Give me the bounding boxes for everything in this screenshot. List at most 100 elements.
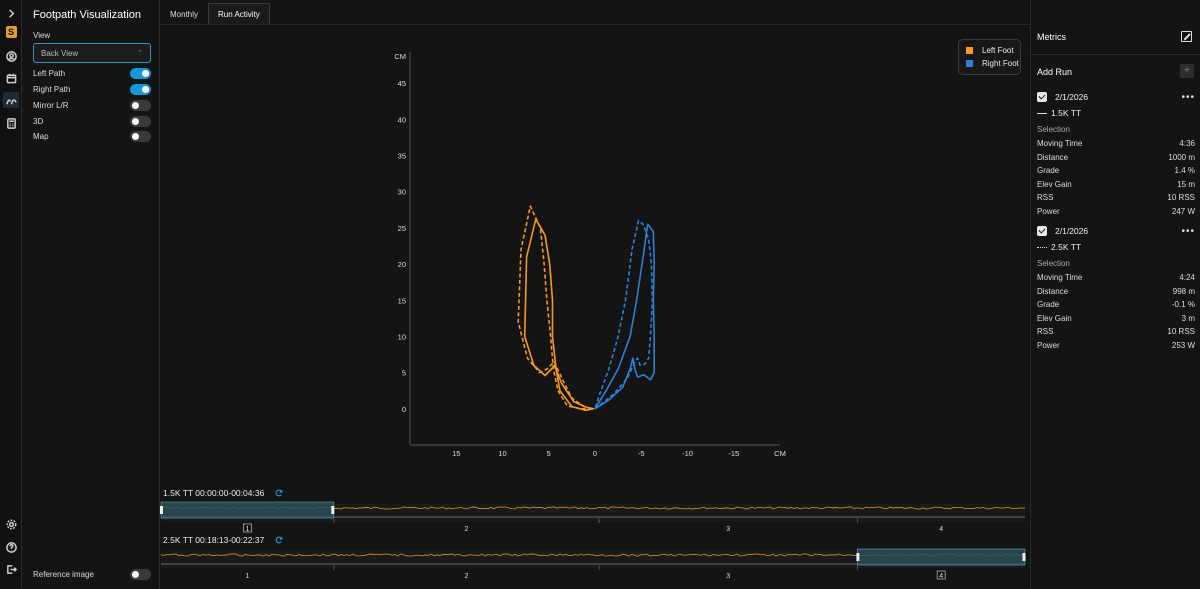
- toggle-switch[interactable]: [130, 83, 151, 95]
- footpath-nav-button[interactable]: [3, 92, 19, 108]
- add-run-button[interactable]: +: [1180, 64, 1194, 78]
- refresh-icon[interactable]: [275, 536, 283, 544]
- segment-label[interactable]: 1: [245, 573, 249, 580]
- x-tick-label: -10: [682, 449, 693, 458]
- segment-label[interactable]: 2: [464, 573, 468, 580]
- app-logo-icon[interactable]: S: [3, 24, 19, 40]
- more-icon[interactable]: •••: [1181, 226, 1195, 237]
- run-date: 2/1/2026: [1055, 226, 1089, 236]
- run-header: 2/1/2026 •••: [1037, 91, 1195, 103]
- chart-legend: Left Foot Right Foot: [958, 39, 1021, 75]
- run-name-text: 2.5K TT: [1051, 242, 1082, 252]
- tab-run-activity[interactable]: Run Activity: [208, 3, 270, 24]
- expand-icon[interactable]: [1181, 31, 1192, 42]
- y-tick-label: 10: [398, 332, 406, 341]
- metric-label: Moving Time: [1037, 139, 1083, 148]
- reference-image-row: Reference image: [33, 569, 151, 580]
- toggle-switch[interactable]: [130, 115, 151, 127]
- metric-value: -0.1 %: [1171, 300, 1195, 310]
- reference-image-label: Reference image: [33, 570, 94, 579]
- metric-value: 10 RSS: [1167, 327, 1195, 337]
- icon-rail: S: [0, 0, 22, 589]
- view-label: View: [33, 31, 51, 40]
- toggle-row-3d: 3D: [33, 115, 151, 127]
- toggle-switch[interactable]: [130, 130, 151, 142]
- selection-handle-start[interactable]: [856, 553, 860, 561]
- metric-label: Distance: [1037, 152, 1069, 162]
- track-selection[interactable]: [857, 548, 1026, 566]
- refresh-icon[interactable]: [275, 489, 283, 497]
- metrics-title: Metrics: [1037, 32, 1066, 42]
- metric-value: 4:24: [1179, 273, 1195, 282]
- selection-handle-start[interactable]: [160, 506, 163, 514]
- settings-button[interactable]: [3, 516, 19, 532]
- metric-row: Distance 1000 m: [1037, 153, 1195, 162]
- line-style-icon: [1037, 112, 1047, 114]
- metric-row: Elev Gain 15 m: [1037, 180, 1195, 189]
- metrics-panel: Metrics Add Run + 2/1/2026 ••• 1.5K TT Sele…: [1030, 0, 1200, 589]
- metric-row: Grade 1.4 %: [1037, 166, 1195, 175]
- metric-row: Moving Time 4:24: [1037, 273, 1195, 282]
- calculator-icon: [6, 117, 16, 129]
- segment-label[interactable]: 4: [939, 526, 943, 533]
- toggle-row-right-path: Right Path: [33, 83, 151, 95]
- segment-label[interactable]: 2: [464, 526, 468, 533]
- metric-row: Moving Time 4:36: [1037, 139, 1195, 148]
- toggle-switch[interactable]: [130, 99, 151, 111]
- profile-nav-button[interactable]: [3, 48, 19, 64]
- logout-button[interactable]: [3, 561, 19, 577]
- run-name: 1.5K TT: [1037, 108, 1081, 118]
- x-tick-label: -15: [728, 449, 739, 458]
- divider: [1031, 54, 1200, 55]
- toggle-row-map: Map: [33, 130, 151, 142]
- y-tick-label: 25: [398, 224, 406, 233]
- selection-handle-end[interactable]: [331, 506, 335, 514]
- toggle-label: Right Path: [33, 84, 71, 94]
- calculator-nav-button[interactable]: [3, 115, 19, 131]
- metric-label: Elev Gain: [1037, 179, 1072, 189]
- metric-label: Grade: [1037, 166, 1060, 176]
- selection-label: Selection: [1037, 125, 1070, 134]
- controls-panel: Footpath Visualization View Back View ⌃ …: [22, 0, 160, 589]
- metric-label: Elev Gain: [1037, 313, 1072, 323]
- app-title: Footpath Visualization: [33, 9, 142, 21]
- calendar-icon: [6, 73, 16, 83]
- toggle-switch[interactable]: [130, 67, 151, 79]
- metric-row: Elev Gain 3 m: [1037, 314, 1195, 323]
- tab-monthly[interactable]: Monthly: [160, 3, 208, 24]
- timeline-track-2[interactable]: 1 2 3 4: [160, 547, 1030, 583]
- calendar-nav-button[interactable]: [3, 70, 19, 86]
- series-line-left-foot-solid: [523, 218, 595, 412]
- expand-sidebar-button[interactable]: [3, 5, 19, 21]
- more-icon[interactable]: •••: [1181, 92, 1195, 103]
- view-select[interactable]: Back View ⌃: [33, 43, 151, 63]
- segment-label[interactable]: 4: [939, 573, 943, 580]
- reference-image-toggle[interactable]: [130, 569, 151, 580]
- y-tick-label: 20: [398, 260, 406, 269]
- legend-swatch: [966, 60, 973, 67]
- select-caret-icon: ⌃: [137, 50, 143, 57]
- track-selection[interactable]: [160, 501, 335, 519]
- legend-item-right-foot: Right Foot: [966, 59, 1019, 68]
- segment-label[interactable]: 3: [726, 526, 730, 533]
- checkbox-icon[interactable]: [1037, 226, 1047, 236]
- legend-label: Right Foot: [982, 59, 1019, 68]
- metric-value: 253 W: [1171, 341, 1195, 350]
- metric-value: 10 RSS: [1167, 193, 1195, 203]
- metric-label: Power: [1037, 341, 1060, 350]
- checkbox-icon[interactable]: [1037, 92, 1047, 102]
- metric-value: 1.4 %: [1174, 166, 1195, 176]
- metric-label: Power: [1037, 207, 1060, 216]
- selection-label: Selection: [1037, 259, 1070, 268]
- metric-row: RSS 10 RSS: [1037, 193, 1195, 202]
- user-circle-icon: [5, 50, 17, 62]
- line-style-icon: [1037, 246, 1047, 248]
- segment-label[interactable]: 1: [245, 526, 249, 533]
- track-title-text: 1.5K TT 00:00:00-00:04:36: [163, 488, 265, 498]
- run-name-text: 1.5K TT: [1051, 108, 1082, 118]
- legend-item-left-foot: Left Foot: [966, 46, 1014, 55]
- timeline-track-1[interactable]: 1 2 3 4: [160, 500, 1030, 536]
- selection-handle-end[interactable]: [1022, 553, 1026, 561]
- help-button[interactable]: [3, 539, 19, 555]
- segment-label[interactable]: 3: [726, 573, 730, 580]
